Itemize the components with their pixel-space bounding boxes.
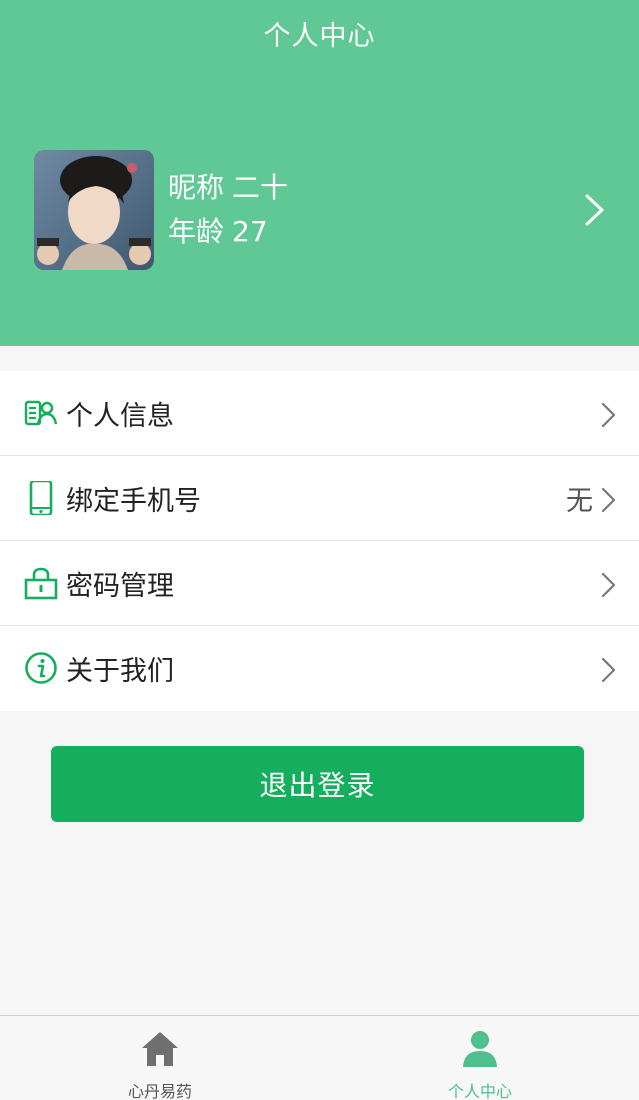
menu-item-label: 个人信息 [66,401,174,432]
lock-icon [24,567,58,600]
menu-item-label: 绑定手机号 [66,486,201,517]
age-row: 年龄 27 [168,210,288,254]
age-label: 年龄 [168,215,225,248]
tab-home[interactable]: 心丹易药 [60,1016,260,1100]
chevron-right-icon [601,657,616,683]
chevron-right-icon [601,487,616,513]
age-value: 27 [232,215,268,248]
chevron-right-icon [601,402,616,428]
home-icon [142,1032,178,1066]
profile-card-icon [24,400,58,426]
phone-status-value: 无 [566,486,593,517]
nickname-value: 二十 [232,171,289,204]
settings-menu: 个人信息 绑定手机号 无 密码管理 关于我们 [0,371,639,711]
logout-button[interactable]: 退出登录 [51,746,584,822]
tab-profile[interactable]: 个人中心 [380,1016,580,1100]
chevron-right-icon[interactable] [578,188,608,232]
menu-item-bind-phone[interactable]: 绑定手机号 无 [0,456,639,541]
bottom-tab-bar: 心丹易药 个人中心 [0,1015,639,1100]
menu-item-label: 关于我们 [66,656,174,687]
chevron-right-icon [601,572,616,598]
tab-label: 个人中心 [447,1082,512,1100]
tab-label: 心丹易药 [127,1082,192,1100]
profile-info: 昵称 二十 年龄 27 [168,166,288,254]
nickname-label: 昵称 [168,171,225,204]
profile-header: 个人中心 昵称 二十 年龄 27 [0,0,639,346]
menu-item-password[interactable]: 密码管理 [0,541,639,626]
info-icon [25,652,57,684]
phone-icon [29,481,53,515]
avatar[interactable] [34,150,154,270]
user-icon [463,1031,497,1067]
menu-item-about-us[interactable]: 关于我们 [0,626,639,711]
menu-item-personal-info[interactable]: 个人信息 [0,371,639,456]
nickname-row: 昵称 二十 [168,166,288,210]
page-title: 个人中心 [263,21,376,52]
menu-item-label: 密码管理 [66,571,174,602]
